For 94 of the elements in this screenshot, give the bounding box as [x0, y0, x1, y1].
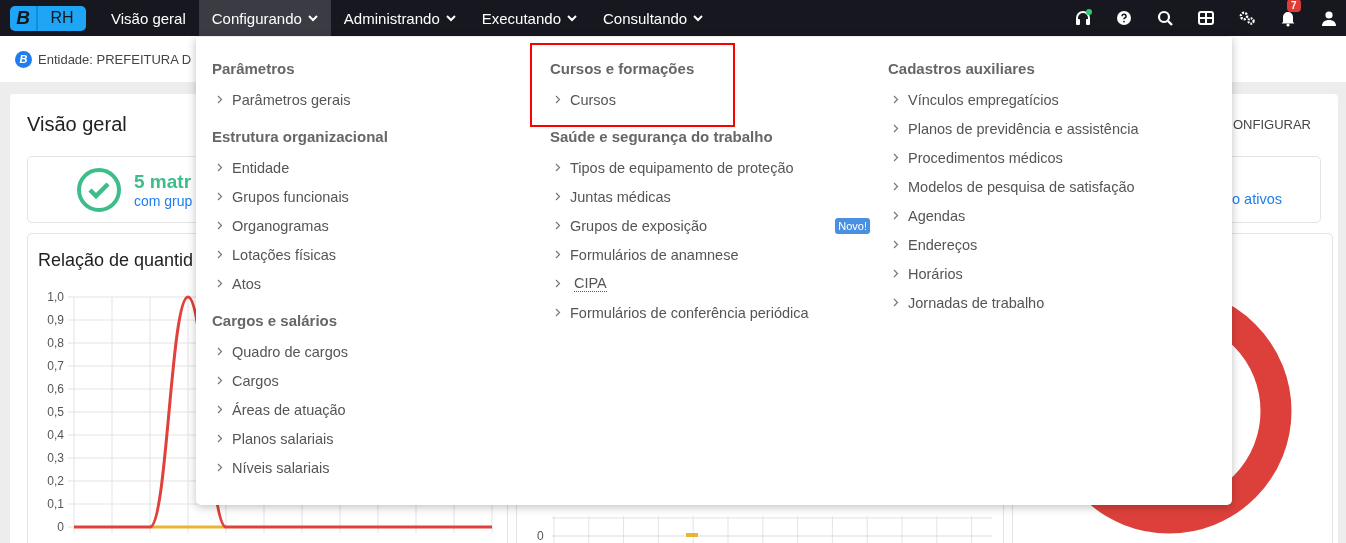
axis-tick-label: 0 [537, 529, 544, 543]
chevron-right-icon [893, 95, 899, 104]
new-badge: Novo! [835, 217, 870, 234]
gears-icon[interactable] [1238, 9, 1256, 27]
chevron-right-icon [217, 463, 223, 472]
menu-item[interactable]: Cursos [570, 91, 616, 108]
axis-tick-label: 1,0 [47, 290, 64, 304]
menu-item[interactable]: Formulários de conferência periódica [570, 304, 809, 321]
chevron-right-icon [893, 240, 899, 249]
axis-tick-label: 0,7 [47, 359, 64, 373]
chevron-right-icon [893, 298, 899, 307]
chevron-right-icon [555, 308, 561, 317]
chevron-right-icon [217, 221, 223, 230]
menu-section-title: Saúde e segurança do trabalho [550, 127, 774, 147]
menu-item[interactable]: Parâmetros gerais [232, 91, 351, 108]
chevron-right-icon [893, 211, 899, 220]
notification-badge: 7 [1287, 0, 1301, 12]
chevron-right-icon [893, 182, 899, 191]
chevron-right-icon [217, 347, 223, 356]
help-icon[interactable] [1115, 9, 1133, 27]
axis-tick-label: 0,2 [47, 474, 64, 488]
card-title: Visão geral [27, 112, 127, 136]
menu-section-title: Parâmetros [212, 59, 296, 79]
chart-bar [686, 533, 698, 537]
nav-menu-item[interactable]: Configurando [198, 0, 331, 36]
menu-item[interactable]: Áreas de atuação [232, 401, 346, 418]
chevron-right-icon [893, 153, 899, 162]
axis-tick-label: 0,9 [47, 313, 64, 327]
chevron-right-icon [555, 279, 561, 288]
chevron-right-icon [217, 405, 223, 414]
menu-item[interactable]: CIPA [574, 275, 607, 292]
menu-item[interactable]: Entidade [232, 159, 290, 176]
nav-menu-item[interactable]: Administrando [330, 0, 469, 36]
menu-item[interactable]: Procedimentos médicos [908, 149, 1063, 166]
grid-icon[interactable] [1197, 9, 1215, 27]
menu-section-title: Estrutura organizacional [212, 127, 389, 147]
chevron-right-icon [555, 163, 561, 172]
entity-logo-icon: B [15, 50, 32, 68]
chevron-right-icon [217, 192, 223, 201]
menu-item[interactable]: Modelos de pesquisa de satisfação [908, 178, 1135, 195]
nav-menu-item[interactable]: Consultando [590, 0, 717, 36]
menu-item[interactable]: Planos salariais [232, 430, 334, 447]
configure-link[interactable]: ONFIGURAR [1233, 116, 1311, 132]
menu-item[interactable]: Níveis salariais [232, 459, 330, 476]
axis-tick-label: 0,3 [47, 451, 64, 465]
menu-item[interactable]: Grupos funcionais [232, 188, 349, 205]
menu-item[interactable]: Juntas médicas [570, 188, 671, 205]
menu-item[interactable]: Quadro de cargos [232, 343, 349, 360]
menu-section-title: Cursos e formações [550, 59, 696, 79]
chevron-right-icon [555, 192, 561, 201]
menu-section-title: Cargos e salários [212, 311, 339, 331]
summary-link[interactable]: o ativos [1232, 190, 1282, 207]
axis-tick-label: 0,1 [47, 497, 64, 511]
axis-tick-label: 0,8 [47, 336, 64, 350]
chevron-right-icon [217, 250, 223, 259]
menu-item[interactable]: Horários [908, 265, 963, 282]
axis-tick-label: 0,6 [47, 382, 64, 396]
menu-item[interactable]: Jornadas de trabalho [908, 294, 1045, 311]
menu-item[interactable]: Cargos [232, 372, 279, 389]
chevron-right-icon [555, 221, 561, 230]
menu-item[interactable]: Lotações físicas [232, 246, 336, 263]
search-icon[interactable] [1156, 9, 1174, 27]
summary-link[interactable]: com grup [134, 192, 193, 209]
menu-item[interactable]: Grupos de exposição [570, 217, 708, 234]
axis-tick-label: 0,4 [47, 428, 64, 442]
check-circle-icon [76, 166, 122, 213]
chevron-right-icon [217, 376, 223, 385]
nav-menu-item[interactable]: Executando [468, 0, 590, 36]
menu-item[interactable]: Endereços [908, 236, 978, 253]
chevron-right-icon [217, 163, 223, 172]
chevron-right-icon [555, 95, 561, 104]
menu-item[interactable]: Planos de previdência e assistência [908, 120, 1139, 137]
chevron-right-icon [217, 279, 223, 288]
bell-icon[interactable] [1279, 9, 1297, 27]
chevron-right-icon [555, 250, 561, 259]
entity-label: Entidade: PREFEITURA D [38, 51, 192, 67]
nav-menu-item[interactable]: Visão geral [98, 0, 199, 36]
user-icon[interactable] [1320, 9, 1338, 27]
menu-section-title: Cadastros auxiliares [888, 59, 1036, 79]
menu-item[interactable]: Tipos de equipamento de proteção [570, 159, 794, 176]
chart-title: Relação de quantid [38, 250, 194, 270]
axis-tick-label: 0 [57, 520, 64, 534]
menu-item[interactable]: Vínculos empregatícios [908, 91, 1059, 108]
axis-tick-label: 0,5 [47, 405, 64, 419]
headset-icon[interactable] [1074, 9, 1092, 27]
menu-item[interactable]: Atos [232, 275, 261, 292]
chevron-right-icon [217, 434, 223, 443]
menu-item[interactable]: Agendas [908, 207, 966, 224]
summary-count: 5 matr [134, 170, 193, 193]
chevron-right-icon [217, 95, 223, 104]
menu-item[interactable]: Formulários de anamnese [570, 246, 739, 263]
menu-item[interactable]: Organogramas [232, 217, 329, 234]
chevron-right-icon [893, 124, 899, 133]
chevron-right-icon [893, 269, 899, 278]
